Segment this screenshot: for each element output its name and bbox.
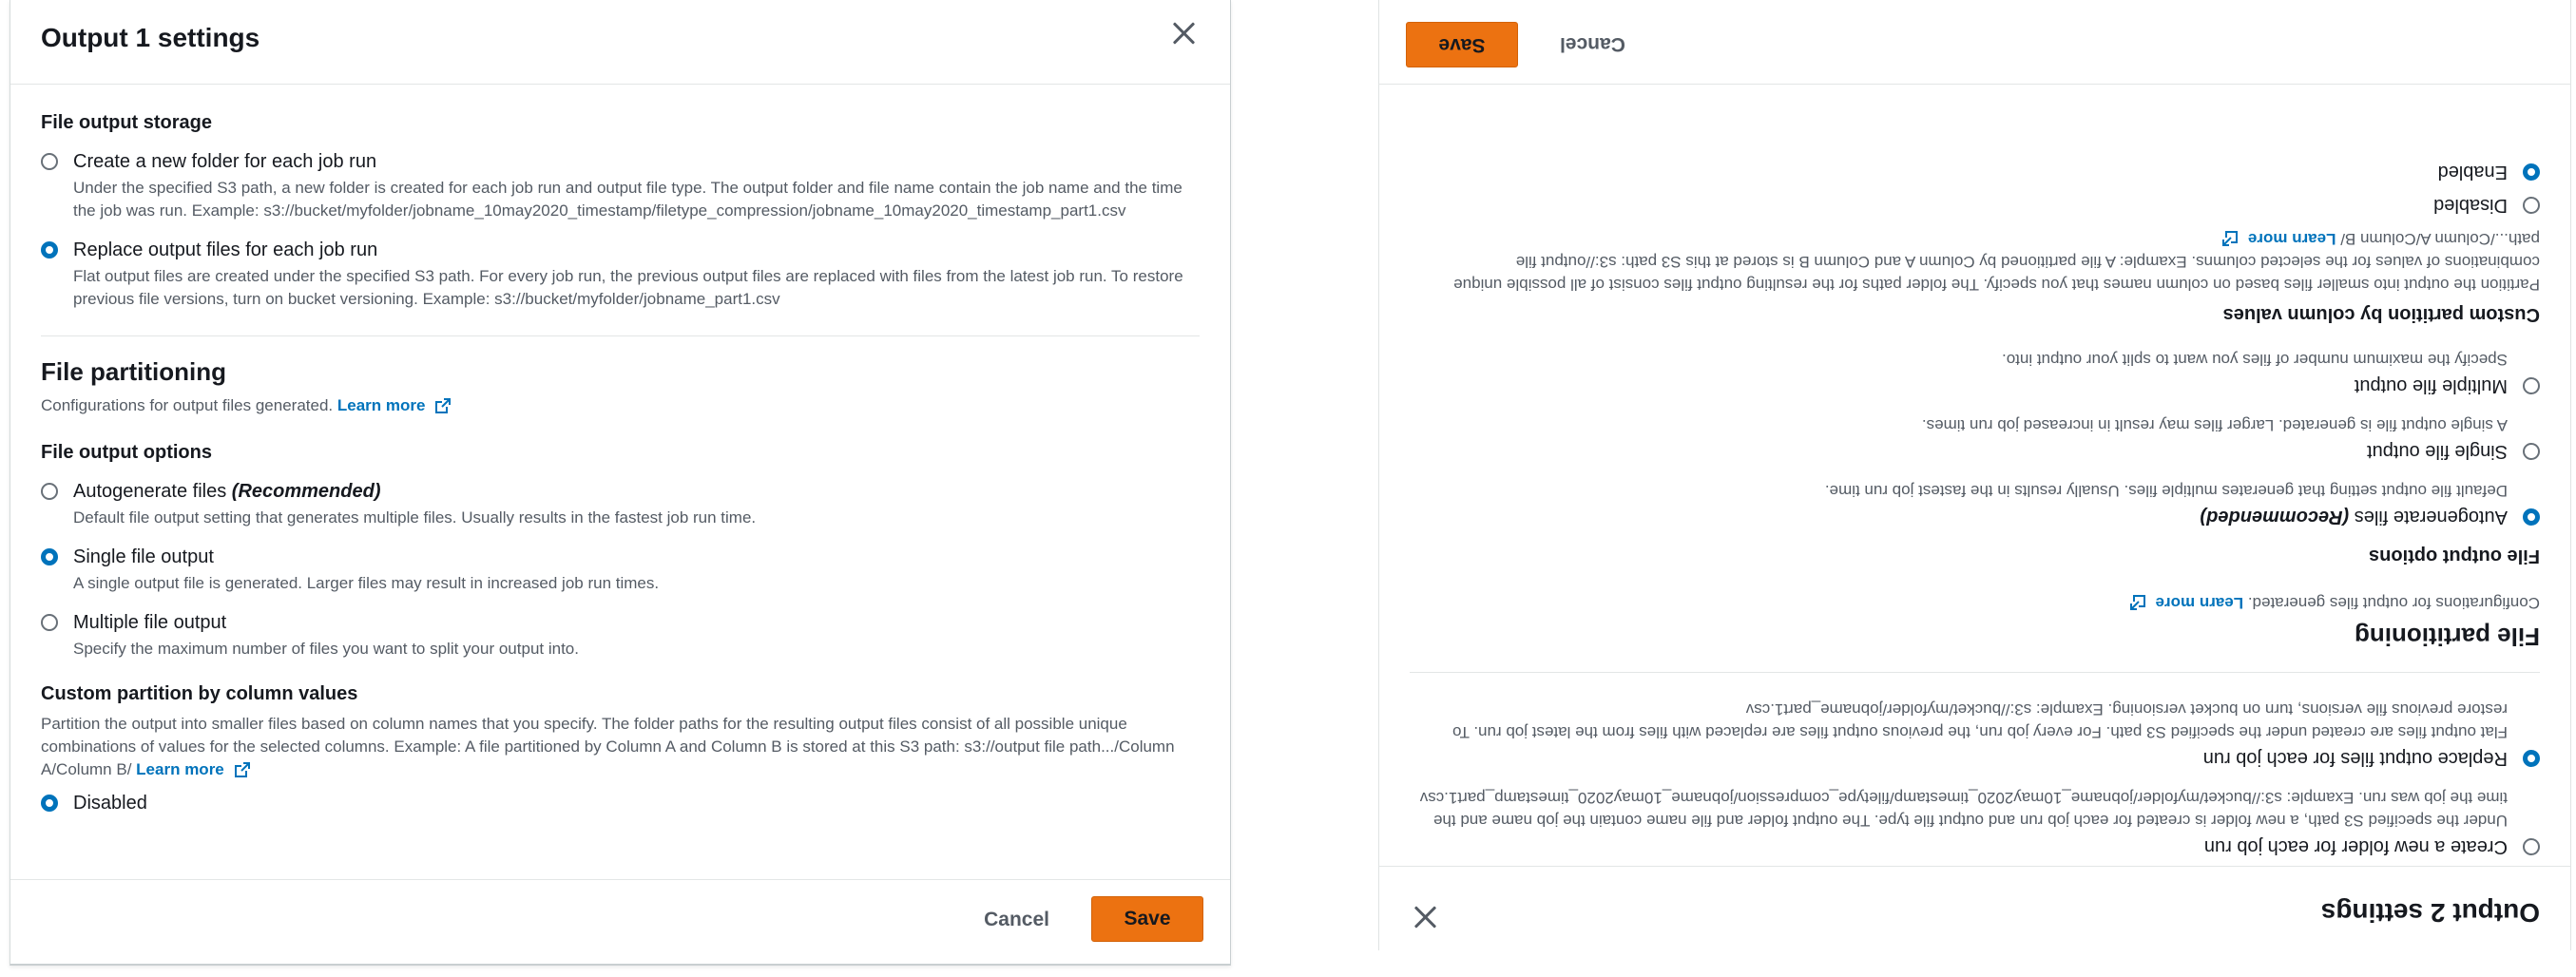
learn-more-link[interactable]: Learn more [2156,594,2244,612]
section-divider [41,335,1200,336]
external-link-icon[interactable] [435,398,452,413]
radio-description: Flat output files are created under the … [1451,700,2508,741]
radio-description: Default file output setting that generat… [1824,482,2508,500]
file-output-options-label: File output options [2369,546,2540,566]
custom-partition-label: Custom partition by column values [41,683,358,704]
radio-multiple-file[interactable] [41,614,58,631]
radio-description: Flat output files are created under the … [73,267,1183,308]
dialog-body: File output storage Create a new folder … [41,84,1200,880]
radio-replace[interactable] [41,241,58,259]
file-partitioning-heading: File partitioning [2355,623,2540,651]
save-button[interactable]: Save [1406,22,1518,67]
cancel-button[interactable]: Cancel [984,909,1049,931]
radio-label: Create a new folder for each job run [73,151,377,172]
file-partitioning-description: Configurations for output files generate… [1410,591,2540,614]
radio-new-folder[interactable] [2523,838,2540,855]
custom-partition-label: Custom partition by column values [2222,304,2540,325]
output-option-autogenerate[interactable]: Autogenerate files (Recommended) Default… [41,481,1200,529]
radio-disabled[interactable] [2523,197,2540,214]
output-1-settings-dialog: Output 1 settings File output storage Cr… [10,0,1231,966]
radio-label: Disabled [73,793,147,814]
radio-label: Enabled [2437,162,2508,182]
radio-single-file[interactable] [41,548,58,565]
radio-description: Default file output setting that generat… [73,508,757,527]
radio-label: Replace output files for each job run [2202,748,2508,769]
radio-description: Under the specified S3 path, a new folde… [1419,789,2508,830]
storage-option-new-folder[interactable]: Create a new folder for each job run Und… [1410,786,2540,857]
partition-option-disabled[interactable]: Disabled [41,793,1200,814]
external-link-icon[interactable] [2129,595,2145,610]
radio-label-text: Autogenerate files [2354,507,2508,527]
radio-label: Single file output [73,546,214,567]
dialog-title: Output 1 settings [41,23,260,52]
dialog-body: Create a new folder for each job run Und… [1410,84,2540,867]
dialog-header: Output 2 settings [1379,866,2570,950]
radio-multiple-file[interactable] [2523,377,2540,394]
file-output-options-label: File output options [41,442,212,463]
output-2-settings-wrapper: Output 2 settings Create a new folder fo… [1378,0,2571,950]
custom-partition-description: Partition the output into smaller files … [1410,227,2540,296]
radio-enabled[interactable] [2523,163,2540,181]
radio-description: Under the specified S3 path, a new folde… [73,179,1182,220]
radio-single-file[interactable] [2523,443,2540,460]
dialog-title: Output 2 settings [2320,898,2540,928]
radio-label: Replace output files for each job run [73,239,378,260]
output-option-single[interactable]: Single file output A single output file … [41,546,1200,595]
radio-autogenerate[interactable] [2523,508,2540,526]
storage-option-replace[interactable]: Replace output files for each job run Fl… [1410,698,2540,769]
dialog-header: Output 1 settings [10,0,1230,85]
cancel-button[interactable]: Cancel [1560,32,1625,55]
close-icon[interactable] [1413,905,1438,929]
learn-more-link[interactable]: Learn more [2248,230,2336,248]
partitioning-desc-text: Configurations for output files generate… [41,396,334,414]
radio-label: Single file output [2367,441,2508,462]
radio-label: Multiple file output [2354,375,2508,396]
radio-label-text: Autogenerate files [73,481,227,502]
save-button[interactable]: Save [1091,896,1203,942]
partition-option-enabled[interactable]: Enabled [1410,161,2540,182]
dialog-footer: Cancel Save [10,879,1230,964]
radio-description: A single output file is generated. Large… [73,574,660,592]
radio-new-folder[interactable] [41,153,58,170]
radio-label: Create a new folder for each job run [2203,836,2508,857]
external-link-icon[interactable] [234,762,250,777]
file-partitioning-description: Configurations for output files generate… [41,394,1200,417]
file-partitioning-heading: File partitioning [41,357,226,386]
radio-replace[interactable] [2523,750,2540,767]
output-option-multiple[interactable]: Multiple file output Specify the maximum… [41,612,1200,661]
dialog-footer: Cancel Save [1379,0,2570,85]
recommended-tag: (Recommended) [231,481,381,502]
radio-label: Autogenerate files (Recommended) [73,481,1200,503]
radio-description: A single output file is generated. Large… [1921,416,2508,434]
section-divider [1410,672,2540,673]
partition-option-disabled[interactable]: Disabled [1410,194,2540,216]
learn-more-link[interactable]: Learn more [136,760,224,778]
radio-autogenerate[interactable] [41,483,58,500]
radio-label: Disabled [2433,195,2508,216]
storage-option-replace[interactable]: Replace output files for each job run Fl… [41,239,1200,311]
partitioning-desc-text: Configurations for output files generate… [2247,594,2540,612]
output-2-settings-dialog: Output 2 settings Create a new folder fo… [1378,0,2571,950]
radio-description: Specify the maximum number of files you … [2002,351,2508,369]
close-icon[interactable] [1171,21,1196,46]
custom-partition-desc-text: Partition the output into smaller files … [1453,230,2540,294]
external-link-icon[interactable] [2222,231,2239,246]
learn-more-link[interactable]: Learn more [337,396,426,414]
radio-description: Specify the maximum number of files you … [73,640,579,658]
radio-label: Autogenerate files (Recommended) [1410,506,2509,527]
output-option-single[interactable]: Single file output A single output file … [1410,413,2540,462]
recommended-tag: (Recommended) [2200,507,2350,527]
radio-disabled[interactable] [41,795,58,812]
file-output-storage-label: File output storage [41,112,212,133]
radio-label: Multiple file output [73,612,227,633]
storage-option-new-folder[interactable]: Create a new folder for each job run Und… [41,151,1200,222]
output-option-autogenerate[interactable]: Autogenerate files (Recommended) Default… [1410,479,2540,527]
custom-partition-description: Partition the output into smaller files … [41,713,1200,781]
output-option-multiple[interactable]: Multiple file output Specify the maximum… [1410,348,2540,396]
